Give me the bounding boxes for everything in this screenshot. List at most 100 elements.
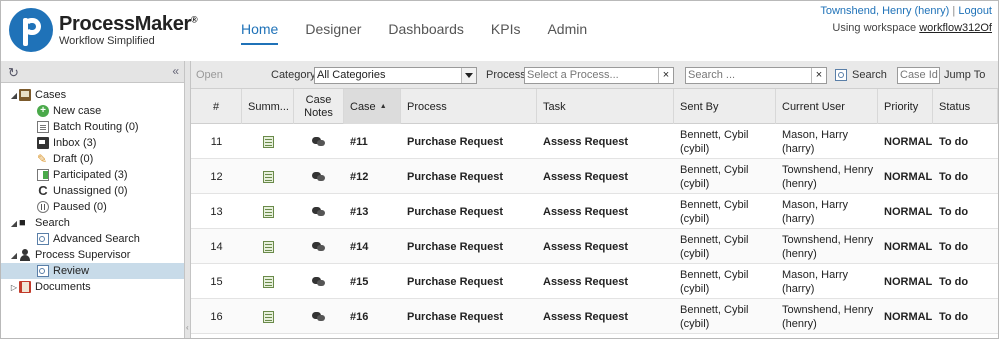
cell-status: To do [939, 205, 969, 218]
cell-case-notes[interactable] [294, 299, 344, 334]
column-sent-by[interactable]: Sent By [674, 89, 776, 124]
search-icon [835, 69, 847, 81]
cell-priority: NORMAL [884, 275, 933, 288]
cell-priority: NORMAL [884, 135, 933, 148]
refresh-icon[interactable]: ↻ [8, 65, 19, 81]
cell-task: Assess Request [543, 275, 628, 288]
tree-item-new-case[interactable]: + New case [1, 103, 184, 119]
cell-summary[interactable] [242, 124, 294, 159]
case-notes-icon[interactable] [312, 241, 326, 252]
collapsed-triangle-icon[interactable]: ▷ [9, 283, 19, 292]
cell-summary[interactable] [242, 299, 294, 334]
process-select[interactable]: Select a Process... × [524, 67, 674, 84]
nav-home[interactable]: Home [241, 21, 279, 45]
case-notes-icon[interactable] [312, 311, 326, 322]
tree-item-cases[interactable]: ◢ Cases [1, 87, 184, 103]
table-row[interactable]: 12 #12 Purchase Request Assess Request Benne… [191, 159, 998, 194]
tree-item-advanced-search[interactable]: Advanced Search [1, 231, 184, 247]
clear-process-icon[interactable]: × [658, 68, 673, 83]
case-notes-icon[interactable] [312, 206, 326, 217]
search-input[interactable]: Search ... × [685, 67, 827, 84]
cell-sent-by: Bennett, Cybil (cybil) [680, 198, 749, 225]
workspace-link[interactable]: workflow312Of [919, 22, 992, 34]
cell-summary[interactable] [242, 229, 294, 264]
cell-status: To do [939, 275, 969, 288]
search-button[interactable]: Search [835, 61, 887, 89]
dropdown-arrow-icon[interactable] [461, 68, 476, 83]
nav-kpis[interactable]: KPIs [491, 21, 521, 45]
summary-icon[interactable] [262, 170, 274, 183]
summary-icon[interactable] [262, 205, 274, 218]
column-priority[interactable]: Priority [878, 89, 933, 124]
column-number[interactable]: # [191, 89, 242, 124]
column-status[interactable]: Status [933, 89, 998, 124]
expanded-triangle-icon[interactable]: ◢ [9, 219, 19, 228]
splitter-grip-icon[interactable]: ‹ [186, 323, 189, 332]
category-label: Category [271, 69, 316, 81]
case-notes-icon[interactable] [312, 276, 326, 287]
category-select[interactable]: All Categories [314, 67, 477, 84]
cell-status: To do [939, 170, 969, 183]
table-row[interactable]: 15 #15 Purchase Request Assess Request Benne… [191, 264, 998, 299]
column-summary[interactable]: Summ... [242, 89, 294, 124]
table-row[interactable]: 16 #16 Purchase Request Assess Request Benne… [191, 299, 998, 334]
tree-item-participated[interactable]: Participated (3) [1, 167, 184, 183]
folder-icon [19, 89, 31, 101]
tree-item-inbox[interactable]: Inbox (3) [1, 135, 184, 151]
double-chevron-left-icon[interactable]: « [172, 64, 179, 78]
tree-item-process-supervisor[interactable]: ◢ Process Supervisor [1, 247, 184, 263]
jump-to-button[interactable]: Jump To [944, 61, 985, 89]
summary-icon[interactable] [262, 275, 274, 288]
main-nav: Home Designer Dashboards KPIs Admin [241, 21, 614, 45]
case-notes-icon[interactable] [312, 171, 326, 182]
cell-case: #16 [350, 310, 369, 323]
cell-case-notes[interactable] [294, 159, 344, 194]
cell-current-user: Townshend, Henry (henry) [782, 303, 874, 330]
cell-priority: NORMAL [884, 310, 933, 323]
logout-link[interactable]: Logout [958, 5, 992, 17]
cell-case: #11 [350, 135, 368, 148]
case-id-input[interactable]: Case Id [897, 67, 940, 84]
tree-item-documents[interactable]: ▷ Documents [1, 279, 184, 295]
cell-case: #15 [350, 275, 369, 288]
table-row[interactable]: 13 #13 Purchase Request Assess Request Benne… [191, 194, 998, 229]
table-row[interactable]: 11 #11 Purchase Request Assess Request Benne… [191, 124, 998, 159]
cell-status: To do [939, 240, 969, 253]
nav-designer[interactable]: Designer [305, 21, 361, 45]
tree-item-review[interactable]: Review [1, 263, 184, 279]
cell-process: Purchase Request [407, 205, 503, 218]
expanded-triangle-icon[interactable]: ◢ [9, 91, 19, 100]
expanded-triangle-icon[interactable]: ◢ [9, 251, 19, 260]
nav-admin[interactable]: Admin [547, 21, 587, 45]
nav-dashboards[interactable]: Dashboards [388, 21, 464, 45]
cell-sent-by: Bennett, Cybil (cybil) [680, 163, 749, 190]
tree-item-search[interactable]: ◢ ■ Search [1, 215, 184, 231]
column-case[interactable]: Case ▲ [344, 89, 401, 124]
tree-item-unassigned[interactable]: C Unassigned (0) [1, 183, 184, 199]
tree-item-batch-routing[interactable]: Batch Routing (0) [1, 119, 184, 135]
tree-item-draft[interactable]: ✎ Draft (0) [1, 151, 184, 167]
current-user-link[interactable]: Townshend, Henry (henry) [820, 5, 949, 17]
column-process[interactable]: Process [401, 89, 537, 124]
column-case-notes[interactable]: Case Notes [294, 89, 344, 124]
cell-summary[interactable] [242, 194, 294, 229]
processmaker-logo[interactable]: ProcessMaker® Workflow Simplified [9, 8, 198, 52]
tree-item-paused[interactable]: Paused (0) [1, 199, 184, 215]
table-row[interactable]: 14 #14 Purchase Request Assess Request Benne… [191, 229, 998, 264]
open-button[interactable]: Open [196, 61, 223, 89]
summary-icon[interactable] [262, 240, 274, 253]
summary-icon[interactable] [262, 310, 274, 323]
cell-case-notes[interactable] [294, 194, 344, 229]
cell-case-notes[interactable] [294, 264, 344, 299]
cell-summary[interactable] [242, 264, 294, 299]
separator: | [952, 5, 956, 17]
column-current-user[interactable]: Current User [776, 89, 878, 124]
brand-name: ProcessMaker® [59, 12, 198, 35]
summary-icon[interactable] [262, 135, 274, 148]
clear-search-icon[interactable]: × [811, 68, 826, 83]
cell-case-notes[interactable] [294, 229, 344, 264]
column-task[interactable]: Task [537, 89, 674, 124]
case-notes-icon[interactable] [312, 136, 326, 147]
cell-summary[interactable] [242, 159, 294, 194]
cell-case-notes[interactable] [294, 124, 344, 159]
